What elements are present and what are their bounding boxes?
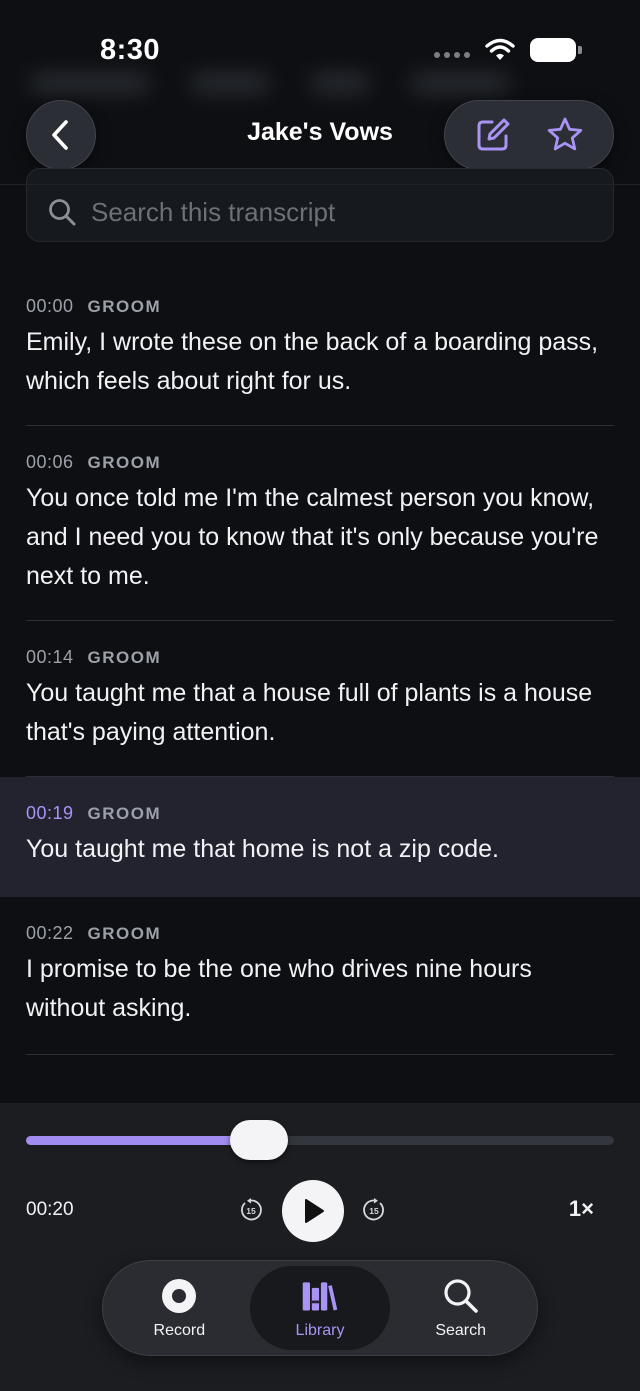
tab-label: Search	[435, 1322, 487, 1339]
segment-timestamp[interactable]: 00:19	[26, 803, 74, 824]
progress-slider[interactable]	[26, 1120, 614, 1160]
record-icon	[159, 1276, 199, 1316]
star-icon	[547, 117, 583, 151]
search-icon	[441, 1276, 481, 1316]
transcript-search[interactable]	[26, 168, 614, 242]
segment-timestamp[interactable]: 00:00	[26, 296, 74, 317]
library-icon	[300, 1276, 340, 1316]
tab-search[interactable]: Search	[390, 1266, 531, 1350]
favorite-button[interactable]	[535, 105, 595, 165]
transcript-segment-active[interactable]: 00:19 GROOM You taught me that home is n…	[0, 777, 640, 897]
wifi-icon	[485, 38, 515, 60]
segment-timestamp[interactable]: 00:14	[26, 647, 74, 668]
transcript-segment[interactable]: 00:00 GROOM Emily, I wrote these on the …	[0, 270, 640, 426]
play-icon	[305, 1199, 324, 1223]
playback-speed-button[interactable]: 1×	[569, 1196, 594, 1222]
status-time: 8:30	[100, 34, 161, 66]
transcript-segment[interactable]: 00:06 GROOM You once told me I'm the cal…	[0, 426, 640, 621]
tab-record[interactable]: Record	[109, 1266, 250, 1350]
skip-forward-15-icon[interactable]: 15	[361, 1197, 387, 1223]
elapsed-time: 00:20	[26, 1199, 74, 1220]
skip-back-label: 15	[246, 1206, 256, 1216]
edit-icon	[477, 118, 510, 151]
transcript-segment[interactable]: 00:14 GROOM You taught me that a house f…	[0, 621, 640, 777]
header-divider	[0, 184, 640, 185]
skip-back-15-icon[interactable]: 15	[238, 1197, 264, 1223]
segment-speaker: GROOM	[87, 804, 162, 823]
header-actions	[444, 100, 614, 170]
tab-library[interactable]: Library	[249, 1266, 391, 1350]
segment-text: You taught me that home is not a zip cod…	[26, 835, 499, 863]
tab-bar: Record Library Search	[102, 1260, 538, 1356]
tab-label: Library	[295, 1322, 345, 1339]
progress-fill	[26, 1136, 259, 1145]
segment-speaker: GROOM	[87, 648, 162, 667]
segment-timestamp[interactable]: 00:22	[26, 923, 74, 944]
segment-text: Emily, I wrote these on the back of a bo…	[26, 323, 614, 426]
segment-timestamp[interactable]: 00:06	[26, 452, 74, 473]
search-icon	[49, 199, 76, 226]
segment-text: You taught me that a house full of plant…	[26, 674, 614, 777]
audio-player: 00:20 15 15 1× Record Library Search	[0, 1103, 640, 1391]
skip-forward-label: 15	[369, 1206, 379, 1216]
battery-icon	[530, 38, 582, 62]
progress-thumb[interactable]	[229, 1120, 288, 1160]
edit-button[interactable]	[463, 105, 523, 165]
segment-text: I promise to be the one who drives nine …	[26, 950, 614, 1055]
segment-speaker: GROOM	[87, 453, 162, 472]
status-icons	[434, 38, 582, 62]
segment-speaker: GROOM	[87, 297, 162, 316]
play-button[interactable]	[282, 1180, 344, 1242]
cellular-signal-icon	[434, 52, 470, 58]
segment-text: You once told me I'm the calmest person …	[26, 479, 614, 621]
segment-speaker: GROOM	[87, 924, 162, 943]
transcript-segment[interactable]: 00:22 GROOM I promise to be the one who …	[0, 897, 640, 1055]
transcript-list: 00:00 GROOM Emily, I wrote these on the …	[0, 270, 640, 1055]
search-input[interactable]	[91, 196, 613, 228]
tab-label: Record	[153, 1322, 206, 1339]
